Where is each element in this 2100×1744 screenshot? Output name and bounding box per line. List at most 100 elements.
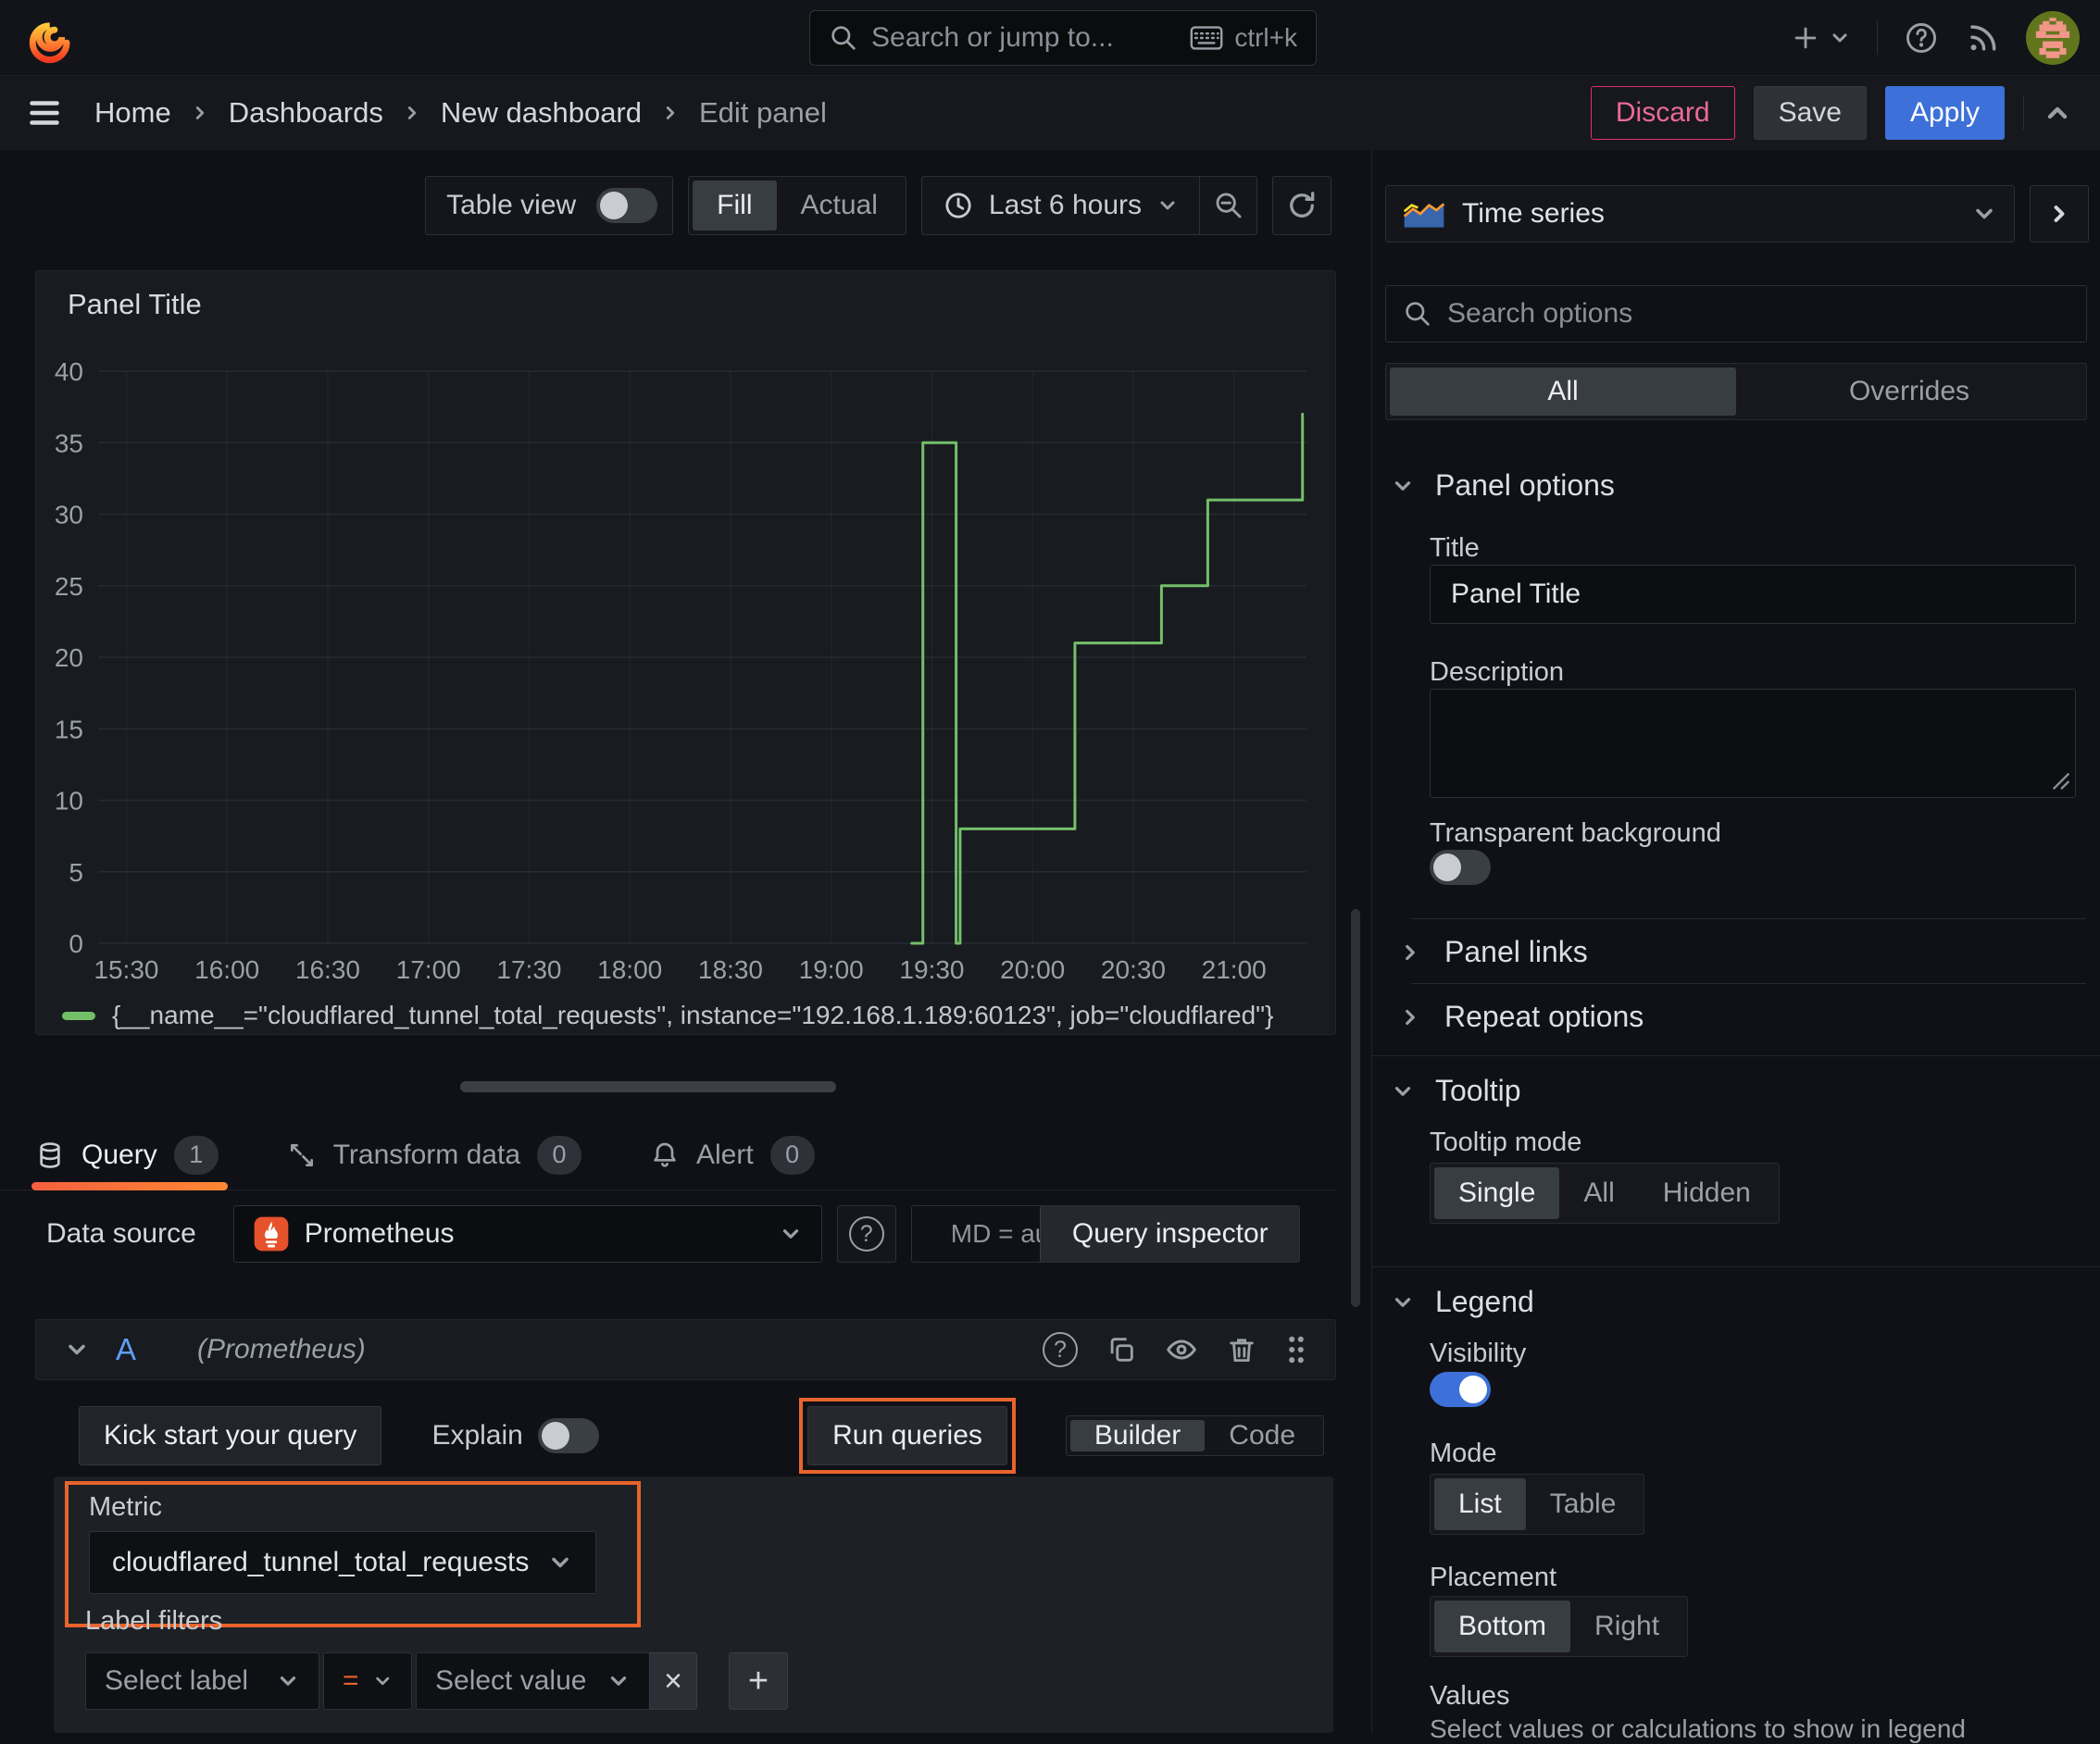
chevron-down-icon <box>1829 27 1851 49</box>
kick-start-query-button[interactable]: Kick start your query <box>79 1406 381 1465</box>
repeat-options-section[interactable]: Repeat options <box>1398 1000 1644 1034</box>
select-label-dropdown[interactable]: Select label <box>85 1652 319 1710</box>
svg-text:35: 35 <box>55 429 83 457</box>
news-rss-icon[interactable] <box>1965 20 2000 56</box>
tooltip-mode-hidden[interactable]: Hidden <box>1639 1167 1775 1219</box>
legend-visibility-label: Visibility <box>1430 1339 1526 1369</box>
discard-button[interactable]: Discard <box>1591 86 1735 140</box>
search-shortcut: ctrl+k <box>1190 23 1297 53</box>
query-row-header[interactable]: A (Prometheus) ? <box>35 1319 1336 1380</box>
tab-alert[interactable]: Alert 0 <box>650 1120 815 1190</box>
panel-edit-content: Table view Fill Actual Last 6 hours <box>0 150 1370 1733</box>
datasource-picker[interactable]: Prometheus <box>233 1205 822 1263</box>
menu-icon[interactable] <box>28 99 61 127</box>
chevron-down-icon <box>372 1670 393 1692</box>
table-view-toggle[interactable] <box>596 188 657 223</box>
drag-handle-icon[interactable] <box>1285 1335 1307 1364</box>
breadcrumb-new-dashboard[interactable]: New dashboard <box>441 96 642 130</box>
options-tabs: All Overrides <box>1385 363 2087 420</box>
svg-text:16:00: 16:00 <box>194 955 259 984</box>
apply-button[interactable]: Apply <box>1885 86 2005 140</box>
new-menu-button[interactable] <box>1790 22 1851 54</box>
builder-option[interactable]: Builder <box>1070 1420 1205 1451</box>
refresh-button[interactable] <box>1272 176 1331 235</box>
chevron-down-icon <box>1156 194 1179 217</box>
datasource-name: Prometheus <box>305 1218 764 1250</box>
query-inspector-button[interactable]: Query inspector <box>1040 1205 1300 1263</box>
zoom-out-button[interactable] <box>1199 177 1256 234</box>
options-search-input[interactable] <box>1447 298 2069 330</box>
tooltip-mode-all[interactable]: All <box>1559 1167 1638 1219</box>
legend-visibility-toggle[interactable] <box>1430 1372 1491 1407</box>
save-button[interactable]: Save <box>1754 86 1867 140</box>
breadcrumb-dashboards[interactable]: Dashboards <box>229 96 383 130</box>
svg-text:17:00: 17:00 <box>396 955 461 984</box>
chart-legend[interactable]: {__name__="cloudflared_tunnel_total_requ… <box>62 1001 1273 1030</box>
query-help-icon[interactable]: ? <box>1043 1332 1078 1367</box>
tab-transform-data[interactable]: Transform data 0 <box>287 1120 581 1190</box>
panel-options-header[interactable]: Panel options <box>1391 468 1615 503</box>
chevron-up-icon[interactable] <box>2043 98 2072 128</box>
svg-text:18:00: 18:00 <box>597 955 662 984</box>
trash-icon[interactable] <box>1226 1334 1257 1365</box>
transparent-background-toggle[interactable] <box>1430 850 1491 885</box>
chevron-right-icon <box>402 103 422 123</box>
description-textarea[interactable] <box>1430 689 2076 798</box>
table-view-control: Table view <box>425 176 673 235</box>
search-icon <box>829 23 858 53</box>
svg-text:19:00: 19:00 <box>799 955 864 984</box>
remove-filter-button[interactable]: × <box>649 1652 697 1710</box>
query-tabs: Query 1 Transform data 0 Alert 0 <box>0 1120 1336 1190</box>
add-filter-button[interactable]: + <box>729 1652 788 1710</box>
chevron-down-icon <box>779 1222 803 1246</box>
chevron-down-icon <box>1391 474 1415 498</box>
panel-links-section[interactable]: Panel links <box>1398 935 1588 969</box>
resize-drag-handle[interactable] <box>460 1081 836 1092</box>
content-scrollbar[interactable] <box>1351 909 1360 1307</box>
visualization-picker[interactable]: Time series <box>1385 185 2015 243</box>
svg-text:20: 20 <box>55 643 83 672</box>
top-nav: ctrl+k <box>0 0 2100 76</box>
hide-response-eye-icon[interactable] <box>1165 1333 1198 1366</box>
panel-links-label: Panel links <box>1444 935 1588 969</box>
select-label-placeholder: Select label <box>105 1665 263 1697</box>
options-search[interactable] <box>1385 285 2087 343</box>
actual-option[interactable]: Actual <box>777 181 902 230</box>
help-icon[interactable] <box>1904 20 1939 56</box>
operator-dropdown[interactable]: = <box>323 1652 412 1710</box>
global-search[interactable]: ctrl+k <box>809 10 1317 66</box>
breadcrumb-home[interactable]: Home <box>94 96 171 130</box>
grafana-logo-icon[interactable] <box>28 12 80 64</box>
tab-overrides[interactable]: Overrides <box>1736 367 2082 416</box>
explain-toggle[interactable] <box>538 1418 599 1453</box>
fill-option[interactable]: Fill <box>693 181 776 230</box>
run-queries-button[interactable]: Run queries <box>807 1406 1007 1465</box>
query-ref-id: A <box>116 1332 136 1367</box>
collapse-options-button[interactable] <box>2030 185 2089 243</box>
chevron-down-icon[interactable] <box>64 1337 90 1363</box>
timeseries-chart[interactable]: 051015202530354015:3016:0016:3017:0017:3… <box>36 356 1335 1004</box>
duplicate-icon[interactable] <box>1106 1334 1137 1365</box>
legend-placement-right[interactable]: Right <box>1570 1601 1683 1652</box>
datasource-help-button[interactable]: ? <box>837 1205 896 1263</box>
legend-mode-table[interactable]: Table <box>1526 1478 1641 1530</box>
panel-title-input[interactable] <box>1430 565 2076 624</box>
legend-mode-list[interactable]: List <box>1434 1478 1526 1530</box>
select-value-dropdown[interactable]: Select value <box>416 1652 650 1710</box>
resize-corner-icon[interactable] <box>2052 772 2070 791</box>
query-options-group[interactable]: MD = auto = 704 Interval = 30s Query ins… <box>911 1205 1300 1263</box>
time-range-label: Last 6 hours <box>989 190 1142 221</box>
keyboard-icon <box>1190 25 1223 51</box>
legend-section-header[interactable]: Legend <box>1391 1285 1534 1319</box>
search-input[interactable] <box>871 22 1177 54</box>
tab-all[interactable]: All <box>1390 367 1736 416</box>
code-option[interactable]: Code <box>1205 1420 1319 1451</box>
user-avatar[interactable] <box>2026 11 2080 65</box>
legend-placement-bottom[interactable]: Bottom <box>1434 1601 1570 1652</box>
tooltip-mode-single[interactable]: Single <box>1434 1167 1559 1219</box>
time-range-picker[interactable]: Last 6 hours <box>922 177 1199 234</box>
tab-query[interactable]: Query 1 <box>35 1120 219 1190</box>
svg-text:19:30: 19:30 <box>899 955 964 984</box>
tooltip-section-header[interactable]: Tooltip <box>1391 1074 1521 1108</box>
metric-select[interactable]: cloudflared_tunnel_total_requests <box>89 1531 596 1594</box>
